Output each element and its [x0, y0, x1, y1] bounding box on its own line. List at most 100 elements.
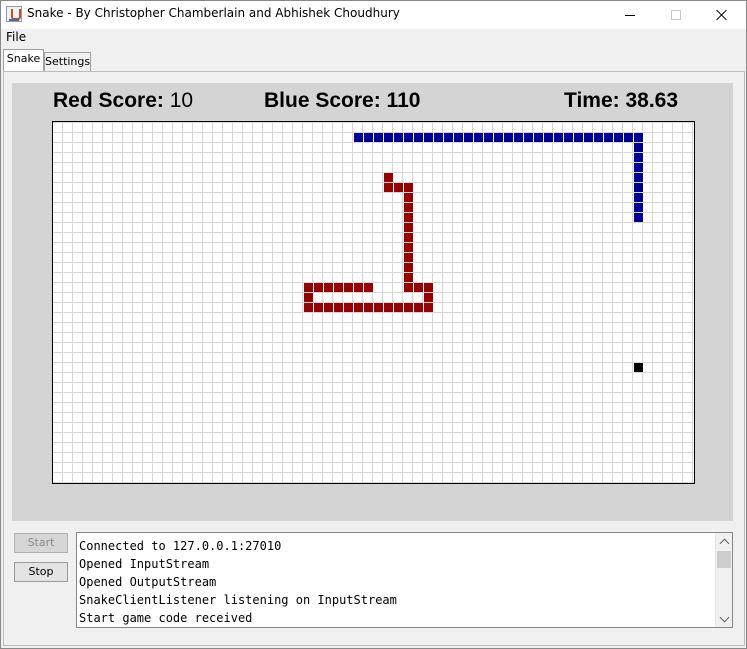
stop-button[interactable]: Stop — [14, 562, 68, 582]
food-pellet — [634, 363, 643, 372]
close-button[interactable] — [699, 1, 745, 29]
red-snake-segment — [404, 203, 413, 212]
red-snake-segment — [414, 303, 423, 312]
blue-snake-segment — [534, 133, 543, 142]
game-timer: Time: 38.63 — [564, 89, 678, 113]
red-snake-segment — [424, 283, 433, 292]
chevron-down-icon — [719, 612, 729, 622]
red-snake-segment — [354, 303, 363, 312]
red-snake-segment — [404, 223, 413, 232]
blue-snake-segment — [444, 133, 453, 142]
maximize-button[interactable] — [653, 1, 699, 29]
red-snake-segment — [334, 303, 343, 312]
red-snake-segment — [404, 263, 413, 272]
blue-snake-segment — [604, 133, 613, 142]
blue-snake-segment — [484, 133, 493, 142]
red-snake-segment — [304, 293, 313, 302]
blue-snake-segment — [524, 133, 533, 142]
board-canvas — [304, 133, 643, 372]
blue-snake-segment — [454, 133, 463, 142]
start-button[interactable]: Start — [14, 533, 68, 553]
red-snake-segment — [344, 303, 353, 312]
red-snake-segment — [304, 283, 313, 292]
blue-snake-segment — [634, 153, 643, 162]
game-board[interactable] — [52, 121, 695, 484]
blue-snake-segment — [474, 133, 483, 142]
red-score-label: Red Score: — [53, 89, 164, 112]
blue-snake-segment — [464, 133, 473, 142]
red-score-value: 10 — [169, 89, 194, 112]
blue-snake-segment — [504, 133, 513, 142]
red-snake-segment — [314, 283, 323, 292]
log-line: Connected to 127.0.0.1:27010 — [79, 539, 282, 553]
red-snake-segment — [394, 303, 403, 312]
blue-snake-segment — [554, 133, 563, 142]
red-snake-segment — [304, 303, 313, 312]
red-snake-segment — [414, 283, 423, 292]
log-scrollbar[interactable] — [715, 533, 732, 627]
scroll-up-button[interactable] — [716, 533, 732, 550]
red-snake-segment — [404, 233, 413, 242]
menu-bar: File — [1, 29, 746, 46]
red-snake-segment — [394, 183, 403, 192]
blue-score-label: Blue Score: — [264, 89, 381, 112]
chevron-up-icon — [719, 538, 729, 548]
blue-snake-segment — [494, 133, 503, 142]
title-bar[interactable]: Snake - By Christopher Chamberlain and A… — [1, 1, 746, 29]
scroll-thumb[interactable] — [717, 551, 731, 568]
blue-snake-segment — [514, 133, 523, 142]
red-snake-segment — [354, 283, 363, 292]
blue-snake-segment — [424, 133, 433, 142]
minimize-button[interactable] — [607, 1, 653, 29]
maximize-icon — [671, 10, 681, 20]
blue-snake-segment — [364, 133, 373, 142]
blue-score: Blue Score: 110 — [264, 89, 420, 113]
red-snake-segment — [334, 283, 343, 292]
red-snake-segment — [424, 303, 433, 312]
tab-settings[interactable]: Settings — [44, 52, 91, 71]
blue-snake-segment — [634, 173, 643, 182]
blue-snake-segment — [634, 193, 643, 202]
blue-snake-segment — [634, 143, 643, 152]
tab-strip: Snake Settings — [1, 46, 746, 72]
red-score: Red Score: 10 — [53, 89, 193, 113]
java-cup-icon — [6, 6, 22, 22]
red-snake-segment — [364, 303, 373, 312]
timer-value: 38.63 — [625, 89, 679, 112]
red-snake-segment — [404, 303, 413, 312]
blue-snake-segment — [624, 133, 633, 142]
log-line: Opened InputStream — [79, 557, 210, 571]
log-lines: Connected to 127.0.0.1:27010 Opened Inpu… — [79, 537, 715, 627]
red-snake-segment — [404, 253, 413, 262]
blue-snake-segment — [574, 133, 583, 142]
timer-label: Time: — [564, 89, 620, 112]
red-snake-segment — [374, 303, 383, 312]
blue-snake-segment — [354, 133, 363, 142]
log-line: Start game code received — [79, 611, 253, 625]
blue-snake-segment — [564, 133, 573, 142]
window-title: Snake - By Christopher Chamberlain and A… — [27, 6, 400, 20]
red-snake-segment — [344, 283, 353, 292]
blue-snake-segment — [634, 183, 643, 192]
log-line: Opened OutputStream — [79, 575, 217, 589]
blue-snake-segment — [634, 163, 643, 172]
scroll-down-button[interactable] — [716, 610, 732, 627]
blue-snake-segment — [634, 133, 643, 142]
log-textarea[interactable]: Connected to 127.0.0.1:27010 Opened Inpu… — [76, 532, 733, 628]
red-snake-segment — [384, 183, 393, 192]
red-snake-segment — [314, 303, 323, 312]
blue-snake-segment — [634, 213, 643, 222]
red-snake-segment — [404, 273, 413, 282]
blue-snake-segment — [384, 133, 393, 142]
red-snake-segment — [324, 303, 333, 312]
blue-snake-segment — [594, 133, 603, 142]
blue-snake-segment — [434, 133, 443, 142]
blue-snake-segment — [404, 133, 413, 142]
minimize-icon — [625, 14, 635, 16]
red-snake-segment — [384, 173, 393, 182]
red-snake-segment — [364, 283, 373, 292]
menu-file[interactable]: File — [6, 30, 26, 44]
blue-snake-segment — [614, 133, 623, 142]
blue-snake-segment — [544, 133, 553, 142]
tab-snake[interactable]: Snake — [3, 49, 44, 71]
